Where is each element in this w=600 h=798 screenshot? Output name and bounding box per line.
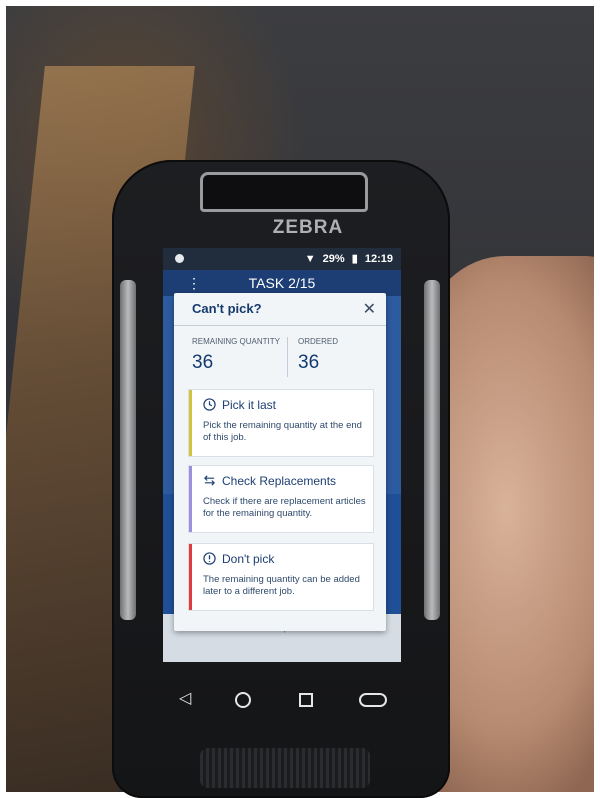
wifi-icon: ▼ xyxy=(304,253,316,265)
remaining-quantity-value: 36 xyxy=(192,352,214,373)
clock-time: 12:19 xyxy=(364,253,393,265)
option-description: Check if there are replacement articles … xyxy=(203,496,366,519)
barcode-scanner-window xyxy=(200,172,368,212)
ordered-quantity: ORDERED 36 xyxy=(298,337,338,374)
device-side-rail-right xyxy=(424,280,440,620)
option-title: Check Replacements xyxy=(222,474,337,488)
page-title: TASK 2/15 xyxy=(248,275,316,291)
holding-hand xyxy=(426,256,594,792)
quantity-divider xyxy=(287,337,288,377)
option-accent-bar xyxy=(189,390,192,456)
option-heading: Pick it last xyxy=(203,398,276,412)
android-nav-bar: ◁ xyxy=(163,670,401,720)
option-title: Don't pick xyxy=(222,552,275,566)
remaining-quantity-label: REMAINING QUANTITY xyxy=(192,337,281,346)
option-pick-it-last[interactable]: Pick it last Pick the remaining quantity… xyxy=(188,389,374,457)
status-bar: ▼ 29% ▮ 12:19 xyxy=(163,248,401,270)
ordered-quantity-value: 36 xyxy=(298,352,320,373)
status-right: ▼ 29% ▮ 12:19 xyxy=(301,252,393,265)
option-description: The remaining quantity can be added late… xyxy=(203,574,360,597)
swap-icon xyxy=(204,475,215,486)
dialog-title: Can't pick? xyxy=(192,301,262,316)
option-dont-pick[interactable]: Don't pick The remaining quantity can be… xyxy=(188,543,374,611)
option-heading: Don't pick xyxy=(203,552,274,566)
home-icon[interactable] xyxy=(235,692,251,708)
brand-logo: ZEBRA xyxy=(272,217,344,238)
device-side-rail-left xyxy=(120,280,136,620)
option-check-replacements[interactable]: Check Replacements Check if there are re… xyxy=(188,465,374,533)
back-icon[interactable]: ◁ xyxy=(179,688,191,708)
cant-pick-dialog: Can't pick? ✕ REMAINING QUANTITY 36 ORDE… xyxy=(174,293,386,631)
clock-icon xyxy=(203,398,216,411)
battery-icon: ▮ xyxy=(351,253,358,265)
battery-level: 29% xyxy=(322,253,345,265)
option-accent-bar xyxy=(189,544,192,610)
recents-icon[interactable] xyxy=(299,693,313,707)
option-description: Pick the remaining quantity at the end o… xyxy=(203,420,362,443)
alert-icon xyxy=(203,552,216,565)
option-accent-bar xyxy=(189,466,192,532)
close-icon[interactable]: ✕ xyxy=(363,299,376,319)
speaker-grille xyxy=(200,748,370,788)
option-heading: Check Replacements xyxy=(203,474,336,488)
divider xyxy=(174,325,386,326)
notification-icon xyxy=(175,254,184,263)
keyboard-icon[interactable] xyxy=(359,693,387,707)
remaining-quantity: REMAINING QUANTITY 36 xyxy=(192,337,280,374)
ordered-quantity-label: ORDERED xyxy=(298,337,339,346)
option-title: Pick it last xyxy=(222,398,277,412)
